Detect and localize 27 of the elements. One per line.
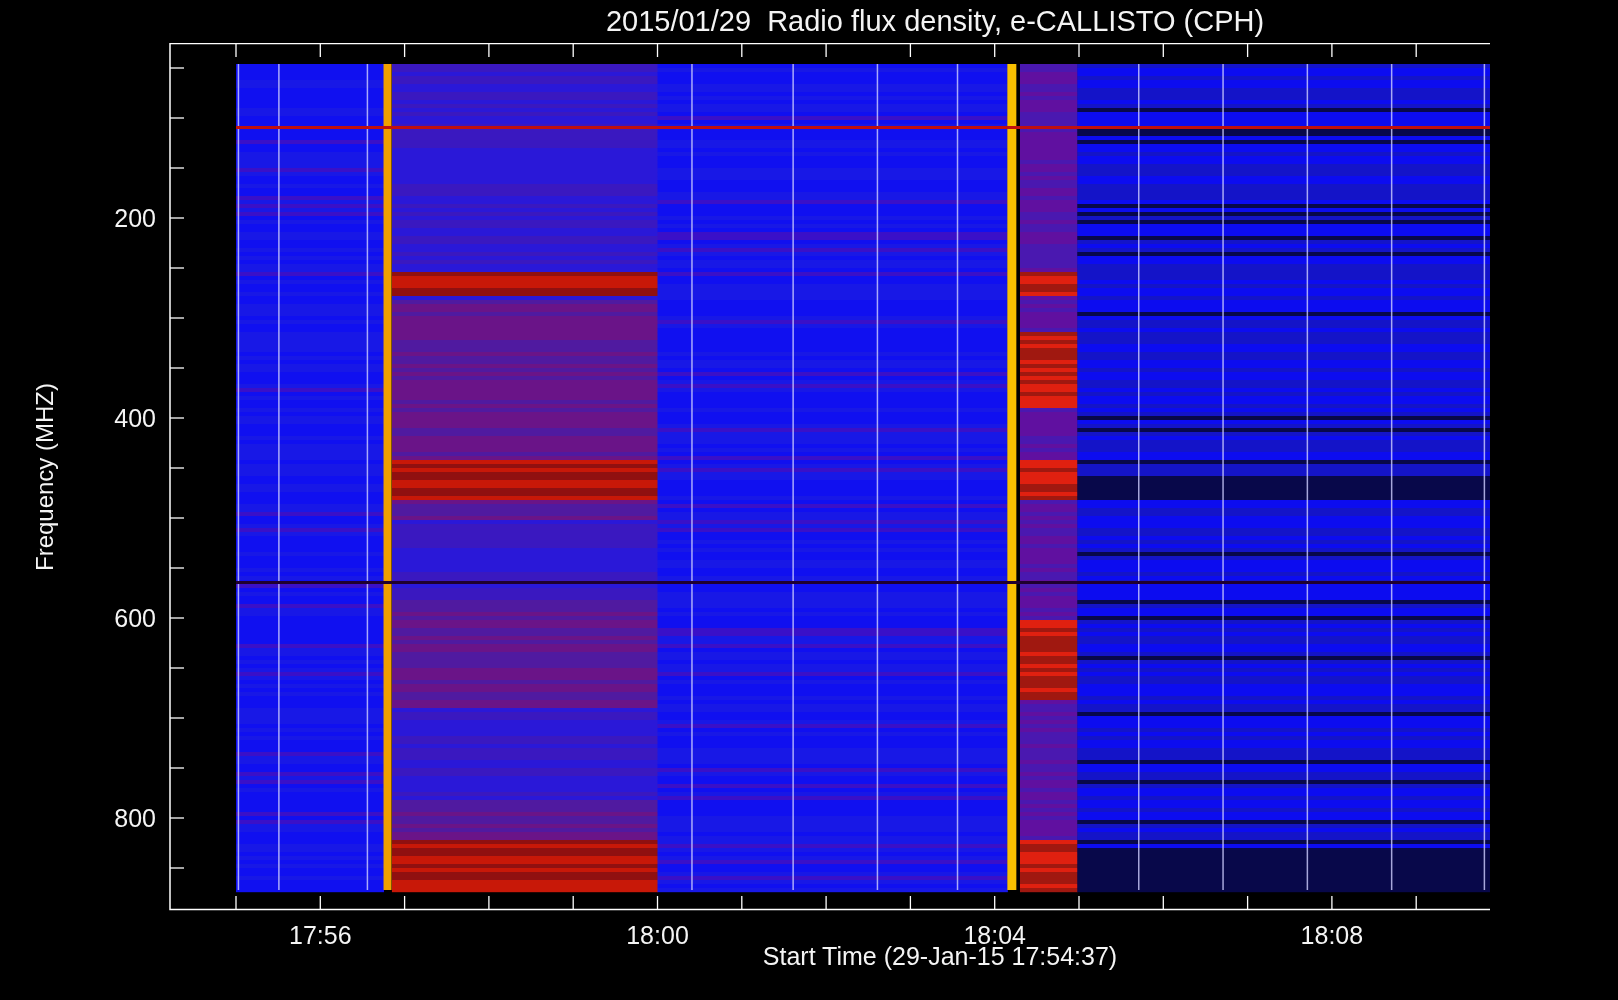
y-tick-mark [169,417,185,419]
y-tick-mark [169,617,185,619]
y-tick-mark [169,217,185,219]
y-tick-mark [169,367,185,369]
y-tick-label: 800 [114,804,156,832]
y-tick-mark [169,667,185,669]
x-tick-label: 18:08 [1300,921,1364,948]
x-tick-label: 18:04 [963,921,1026,948]
y-tick-mark [169,767,185,769]
y-tick-mark [169,567,185,569]
x-tick-label: 18:00 [626,921,689,948]
y-tick-mark [169,467,185,469]
y-tick-mark [169,517,185,519]
y-tick-mark [169,167,185,169]
y-tick-label: 600 [114,604,156,632]
x-tick-label: 17:56 [289,921,352,948]
chart-title: 2015/01/29 Radio flux density, e-CALLISTO (CPH) [605,5,1265,38]
y-tick-label: 200 [114,204,156,232]
y-tick-label: 400 [114,404,156,432]
y-tick-mark [169,317,185,319]
y-tick-mark [169,67,185,69]
y-tick-mark [169,717,185,719]
y-tick-mark [169,117,185,119]
y-tick-mark [169,817,185,819]
y-axis-title: Frequency (MHZ) [31,382,59,571]
y-tick-mark [169,267,185,269]
y-tick-mark [169,867,185,869]
